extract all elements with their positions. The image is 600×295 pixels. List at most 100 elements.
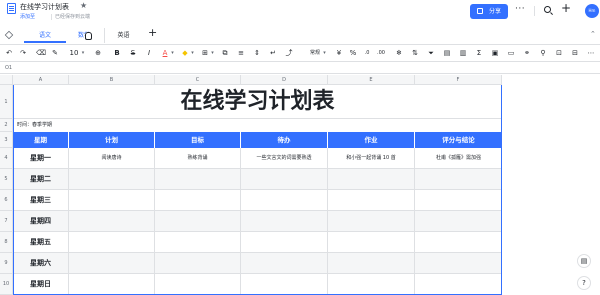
filter-icon[interactable]: ⏷ [426, 47, 436, 59]
table-cell[interactable] [415, 232, 502, 252]
new-button-plus-icon[interactable]: + [561, 1, 571, 15]
row-header[interactable]: 4 [0, 148, 13, 169]
table-cell[interactable] [69, 211, 155, 231]
insert-icon[interactable]: ⊕ [93, 47, 103, 59]
header-cell[interactable]: 计划 [69, 132, 155, 148]
column-header[interactable]: C [155, 75, 241, 85]
table-cell[interactable]: 阅读唐诗 [69, 148, 155, 168]
chevron-down-icon[interactable]: ▾ [322, 47, 327, 59]
table-cell[interactable] [415, 211, 502, 231]
header-cell[interactable]: 目标 [155, 132, 241, 148]
align-left-icon[interactable]: ≡ [236, 47, 246, 59]
decimal-increase-icon[interactable]: .00 [376, 47, 386, 59]
header-cell[interactable]: 待办 [241, 132, 328, 148]
day-cell[interactable]: 星期日 [13, 274, 69, 294]
row-header[interactable]: 3 [0, 132, 13, 148]
row-header[interactable]: 10 [0, 274, 13, 295]
table-cell[interactable] [415, 190, 502, 210]
header-cell[interactable]: 作业 [328, 132, 415, 148]
strikethrough-icon[interactable]: S [128, 47, 138, 59]
day-cell[interactable]: 星期五 [13, 232, 69, 252]
chevron-down-icon[interactable]: ▾ [190, 47, 195, 59]
currency-icon[interactable]: ¥ [334, 47, 344, 59]
add-to-space-link[interactable]: 添加至 [20, 13, 35, 21]
redo-icon[interactable]: ↷ [18, 47, 28, 59]
spreadsheet-grid[interactable]: 在线学习计划表 时间：春季学期 星期 计划 目标 待办 作业 评分与结论 星期一… [13, 85, 502, 295]
help-icon[interactable]: ? [577, 276, 591, 290]
day-cell[interactable]: 星期四 [13, 211, 69, 231]
table-cell[interactable] [155, 232, 241, 252]
table-cell[interactable] [415, 274, 502, 294]
select-all-corner[interactable] [0, 75, 13, 85]
table-cell[interactable] [241, 274, 328, 294]
table-cell[interactable] [328, 190, 415, 210]
header-cell[interactable]: 评分与结论 [415, 132, 502, 148]
text-rotate-icon[interactable]: ⤴ [284, 47, 294, 59]
table-cell[interactable] [69, 253, 155, 273]
header-cell[interactable]: 星期 [13, 132, 69, 148]
table-cell[interactable] [328, 274, 415, 294]
document-title[interactable]: 在线学习计划表 [20, 2, 69, 12]
day-cell[interactable]: 星期六 [13, 253, 69, 273]
font-color-icon[interactable]: A [160, 47, 170, 59]
table-cell[interactable] [69, 274, 155, 294]
more-options-button[interactable]: ··· [515, 4, 525, 14]
image-icon[interactable]: ▣ [490, 47, 500, 59]
font-size-value[interactable]: 10 [68, 47, 80, 59]
undo-icon[interactable]: ↶ [4, 47, 14, 59]
pin-icon[interactable]: ⚲ [538, 47, 548, 59]
table-cell[interactable] [241, 232, 328, 252]
table-cell[interactable] [415, 253, 502, 273]
table-cell[interactable] [328, 253, 415, 273]
merge-cells-icon[interactable]: ⧉ [220, 47, 230, 59]
day-cell[interactable]: 星期一 [13, 148, 69, 168]
number-format-select[interactable]: 常规 [308, 47, 322, 59]
star-icon[interactable]: ★ [80, 1, 87, 10]
row-header[interactable]: 8 [0, 232, 13, 253]
table-cell[interactable] [415, 169, 502, 189]
tab-english[interactable]: 英语 [104, 28, 142, 43]
tab-math[interactable]: 数学 [66, 28, 102, 43]
user-avatar[interactable]: Hm [585, 4, 599, 18]
vertical-align-icon[interactable]: ⇕ [252, 47, 262, 59]
row-header[interactable]: 5 [0, 169, 13, 190]
italic-icon[interactable]: I [144, 47, 154, 59]
add-sheet-icon[interactable]: + [148, 26, 157, 39]
table-cell[interactable] [69, 190, 155, 210]
row-header[interactable]: 6 [0, 190, 13, 211]
expand-toolbar-icon[interactable]: ⌃ [590, 30, 596, 38]
decimal-decrease-icon[interactable]: .0 [362, 47, 372, 59]
table-cell[interactable] [155, 274, 241, 294]
row-header[interactable]: 7 [0, 211, 13, 232]
day-cell[interactable]: 星期三 [13, 190, 69, 210]
column-header[interactable]: B [69, 75, 155, 85]
table-cell[interactable] [155, 169, 241, 189]
day-cell[interactable]: 星期二 [13, 169, 69, 189]
table-cell[interactable] [155, 190, 241, 210]
table-cell[interactable]: 杜甫《孤雁》需加强 [415, 148, 502, 168]
table-cell[interactable] [241, 169, 328, 189]
comment-icon[interactable]: ▭ [506, 47, 516, 59]
fill-color-icon[interactable]: ◆ [180, 47, 190, 59]
borders-icon[interactable]: ⊞ [200, 47, 210, 59]
row-header[interactable]: 2 [0, 119, 13, 132]
column-header[interactable]: A [13, 75, 69, 85]
time-label-cell[interactable]: 时间：春季学期 [17, 119, 52, 132]
table-cell[interactable]: 和小强一起背诵 10 首 [328, 148, 415, 168]
lock-icon[interactable]: ⊡ [554, 47, 564, 59]
sheet-title-cell[interactable]: 在线学习计划表 [13, 85, 502, 119]
column-header[interactable]: E [328, 75, 415, 85]
table-cell[interactable]: 一些文言文的词需要熟透 [241, 148, 328, 168]
sort-icon[interactable]: ⇅ [410, 47, 420, 59]
table-cell[interactable] [69, 169, 155, 189]
wrap-text-icon[interactable]: ↵ [268, 47, 278, 59]
table-cell[interactable] [328, 211, 415, 231]
row-header[interactable]: 1 [0, 85, 13, 119]
bold-icon[interactable]: B [112, 47, 122, 59]
search-icon[interactable] [544, 6, 551, 13]
tab-chinese[interactable]: 语文 [24, 28, 66, 43]
table-cell[interactable] [241, 211, 328, 231]
conditional-format-icon[interactable]: ▤ [442, 47, 452, 59]
percent-icon[interactable]: % [348, 47, 358, 59]
chevron-down-icon[interactable]: ▾ [170, 47, 175, 59]
